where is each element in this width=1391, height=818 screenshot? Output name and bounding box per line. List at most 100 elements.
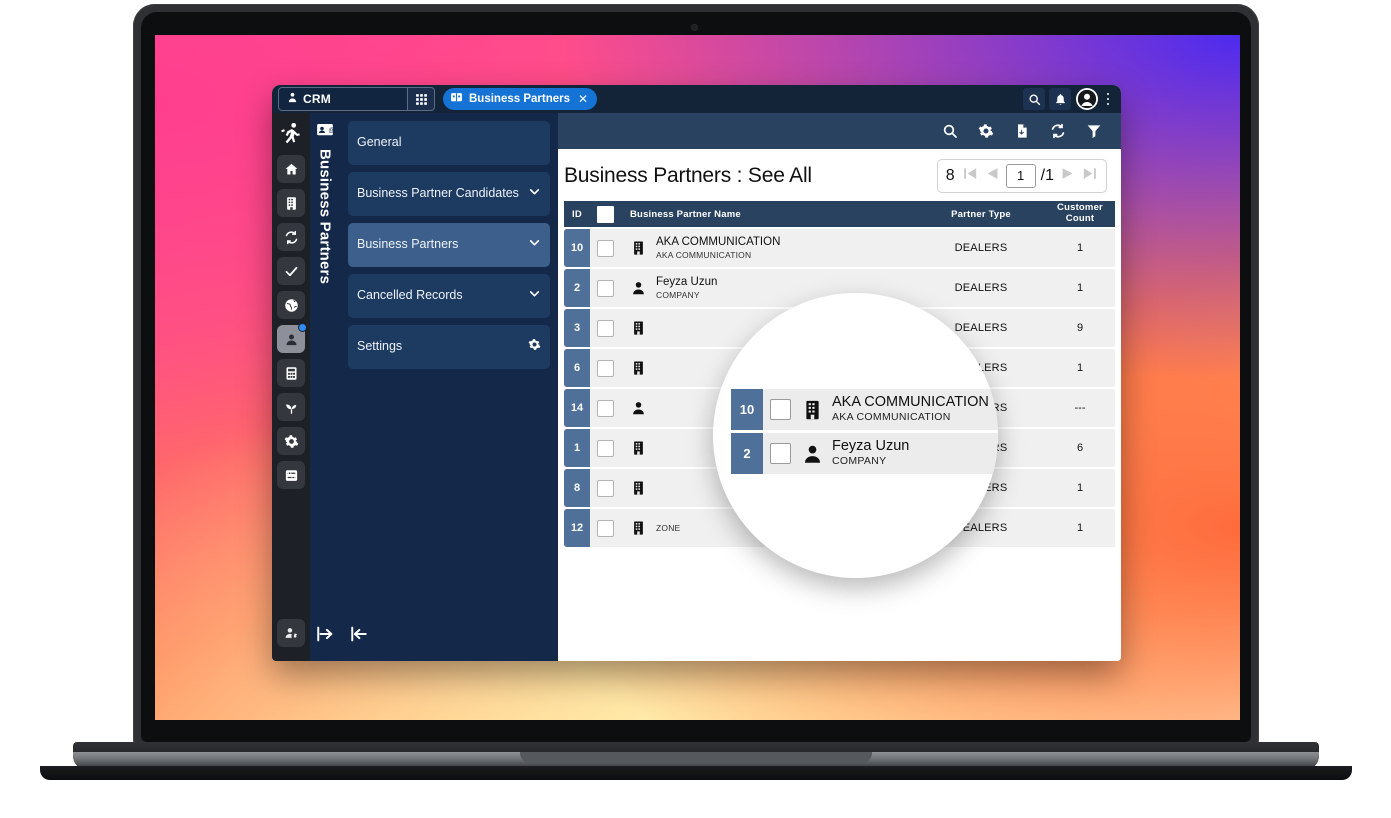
app-grid-icon[interactable] bbox=[408, 87, 435, 111]
building-icon bbox=[630, 240, 647, 257]
row-customer-count: 1 bbox=[1076, 361, 1084, 374]
collapse-left-icon[interactable] bbox=[348, 623, 370, 645]
person-icon bbox=[797, 433, 827, 474]
menu-item-label: Business Partner Candidates bbox=[357, 186, 519, 201]
search-icon[interactable] bbox=[1023, 88, 1045, 110]
content-toolbar bbox=[558, 113, 1121, 149]
row-customer-count: 1 bbox=[1076, 241, 1084, 254]
magnifier-lens: 10 AKA COMMUNICATION AKA COMMUNICATION 2 Fey… bbox=[713, 293, 998, 578]
sidebar-item-organization[interactable] bbox=[277, 189, 305, 217]
chevron-down-icon bbox=[528, 185, 541, 203]
sidebar-item-processes[interactable] bbox=[277, 223, 305, 251]
next-page-icon[interactable] bbox=[1059, 165, 1076, 187]
laptop-trackpad-notch bbox=[520, 752, 872, 763]
expand-right-icon[interactable] bbox=[314, 623, 336, 645]
menu-item-business-partners[interactable]: Business Partners bbox=[348, 223, 550, 267]
user-tie-icon bbox=[287, 92, 298, 106]
row-checkbox[interactable] bbox=[590, 509, 620, 547]
last-page-icon[interactable] bbox=[1081, 165, 1098, 187]
screenshot-stage: CRM Business Partners ✕ @ Business Partn… bbox=[0, 0, 1391, 818]
svg-text:@: @ bbox=[328, 128, 334, 134]
refresh-icon[interactable] bbox=[1049, 122, 1067, 140]
search-icon[interactable] bbox=[941, 122, 959, 140]
row-customer-count: 6 bbox=[1076, 441, 1084, 454]
sidebar-item-preferences[interactable] bbox=[277, 461, 305, 489]
building-icon bbox=[630, 360, 647, 377]
row-customer-count: 1 bbox=[1076, 281, 1084, 294]
sidebar-item-growth[interactable] bbox=[277, 393, 305, 421]
sidebar-item-finance[interactable] bbox=[277, 359, 305, 387]
building-icon bbox=[630, 520, 647, 537]
gear-icon[interactable] bbox=[977, 122, 995, 140]
sidebar-item-settings[interactable] bbox=[277, 427, 305, 455]
menu-item-settings[interactable]: Settings bbox=[348, 325, 550, 369]
menu-item-label: Cancelled Records bbox=[357, 288, 463, 303]
menu-item-label: General bbox=[357, 135, 402, 150]
sidebar-item-tasks[interactable] bbox=[277, 257, 305, 285]
sidebar-item-web[interactable] bbox=[277, 291, 305, 319]
kebab-menu-icon[interactable] bbox=[1101, 92, 1115, 106]
magnified-row-id-badge: 10 bbox=[731, 389, 763, 430]
close-icon[interactable]: ✕ bbox=[578, 92, 588, 106]
page-number-input[interactable]: 1 bbox=[1005, 164, 1036, 188]
row-id-badge: 1 bbox=[564, 429, 590, 467]
row-checkbox[interactable] bbox=[590, 309, 620, 347]
prev-page-icon[interactable] bbox=[984, 165, 1001, 187]
menu-item-cancelled-records[interactable]: Cancelled Records bbox=[348, 274, 550, 318]
row-checkbox[interactable] bbox=[590, 229, 620, 267]
row-checkbox[interactable] bbox=[590, 349, 620, 387]
gear-icon[interactable] bbox=[528, 338, 541, 356]
account-avatar-icon[interactable] bbox=[1076, 88, 1098, 110]
chevron-down-icon bbox=[528, 236, 541, 254]
table-row[interactable]: 10 AKA COMMUNICATION AKA COMMUNICATION DEAL… bbox=[564, 229, 1115, 267]
sidebar-item-crm[interactable] bbox=[277, 323, 307, 353]
address-book-icon bbox=[450, 91, 463, 107]
crm-app-label: CRM bbox=[303, 92, 331, 106]
user-settings-icon[interactable] bbox=[277, 619, 305, 647]
menu-item-label: Settings bbox=[357, 339, 403, 354]
row-checkbox[interactable] bbox=[590, 469, 620, 507]
contact-card-icon: @ bbox=[314, 119, 336, 141]
row-customer-count: --- bbox=[1074, 401, 1086, 414]
first-page-icon[interactable] bbox=[962, 165, 979, 187]
menu-item-business-partner-candidates[interactable]: Business Partner Candidates bbox=[348, 172, 550, 216]
magnified-table-row[interactable]: 10 AKA COMMUNICATION AKA COMMUNICATION bbox=[731, 389, 998, 430]
row-checkbox[interactable] bbox=[590, 389, 620, 427]
magnified-row-id-badge: 2 bbox=[731, 433, 763, 474]
running-man-logo[interactable] bbox=[274, 117, 308, 151]
crm-app-button[interactable]: CRM bbox=[278, 87, 408, 111]
row-id-badge: 6 bbox=[564, 349, 590, 387]
building-icon bbox=[630, 480, 647, 497]
row-id-badge: 3 bbox=[564, 309, 590, 347]
row-customer-count: 1 bbox=[1076, 481, 1084, 494]
row-partner-name: AKA COMMUNICATION bbox=[656, 235, 781, 248]
magnified-row-checkbox[interactable] bbox=[763, 389, 797, 430]
select-all-checkbox[interactable] bbox=[590, 205, 620, 223]
row-partner-name: Feyza Uzun bbox=[656, 275, 718, 288]
filter-icon[interactable] bbox=[1085, 122, 1103, 140]
row-partner-type: DEALERS bbox=[954, 242, 1008, 254]
column-header-partner-type: Partner Type bbox=[951, 208, 1011, 220]
magnified-partner-name: AKA COMMUNICATION bbox=[832, 393, 989, 410]
chevron-down-icon bbox=[528, 287, 541, 305]
row-id-badge: 10 bbox=[564, 229, 590, 267]
row-partner-subtitle: AKA COMMUNICATION bbox=[656, 249, 752, 260]
row-checkbox[interactable] bbox=[590, 269, 620, 307]
magnified-rows: 10 AKA COMMUNICATION AKA COMMUNICATION 2 Fey… bbox=[713, 389, 998, 477]
tab-business-partners[interactable]: Business Partners ✕ bbox=[443, 88, 598, 110]
bell-icon[interactable] bbox=[1049, 88, 1071, 110]
webcam-icon bbox=[691, 24, 698, 31]
column-header-id: ID bbox=[572, 208, 582, 220]
row-customer-count: 9 bbox=[1076, 321, 1084, 334]
magnified-row-checkbox[interactable] bbox=[763, 433, 797, 474]
export-file-icon[interactable] bbox=[1013, 122, 1031, 140]
notification-badge bbox=[298, 323, 307, 332]
row-checkbox[interactable] bbox=[590, 429, 620, 467]
customer-count-line2: Count bbox=[1065, 213, 1095, 224]
sidebar-item-home[interactable] bbox=[277, 155, 305, 183]
left-icon-rail bbox=[272, 113, 310, 661]
magnified-table-row[interactable]: 2 Feyza Uzun COMPANY bbox=[731, 433, 998, 474]
menu-item-general[interactable]: General bbox=[348, 121, 550, 165]
navigation-menu: General Business Partner Candidates Busi… bbox=[340, 113, 558, 661]
laptop-shadow bbox=[40, 766, 1352, 780]
